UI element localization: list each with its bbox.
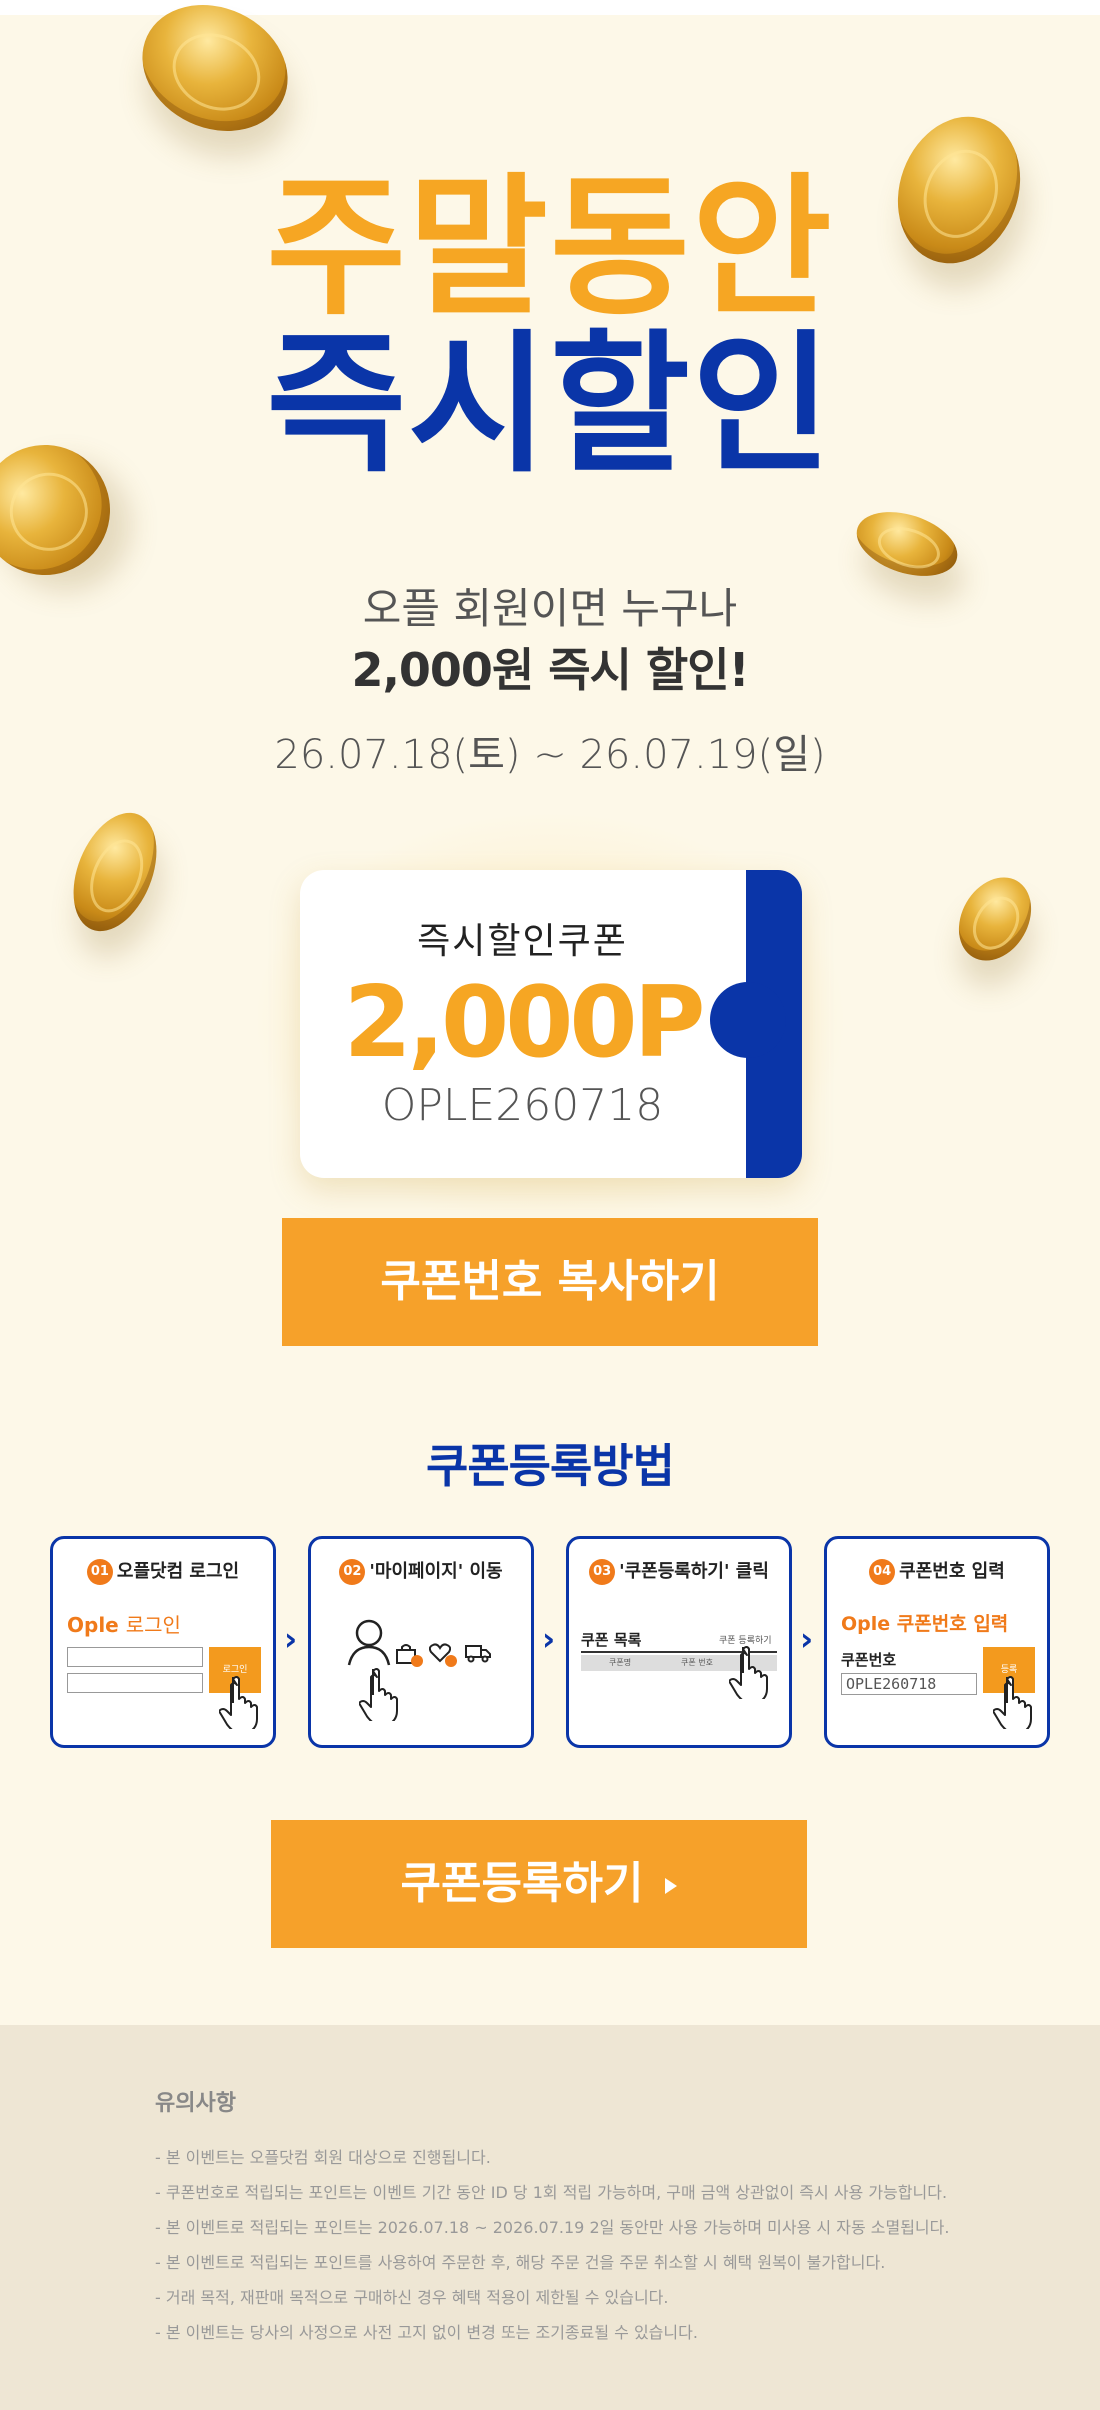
step-header: 02 '마이페이지' 이동 <box>311 1557 531 1585</box>
notice-item: - 거래 목적, 재판매 목적으로 구매하신 경우 혜택 적용이 제한될 수 있… <box>155 2288 669 2307</box>
coupon-card: 즉시할인쿠폰 2,000P OPLE260718 <box>300 870 802 1178</box>
headline-orange: 주말동안 <box>266 159 834 336</box>
code-field-value: OPLE260718 <box>846 1675 937 1693</box>
coupon-amount: 2,000P <box>343 966 706 1080</box>
howto-title: 쿠폰등록방법 <box>426 1439 675 1493</box>
step-number: 03 <box>589 1559 616 1585</box>
delivery-truck-icon <box>465 1645 491 1663</box>
notice-item: - 본 이벤트는 당사의 사정으로 사전 고지 없이 변경 또는 조기종료될 수… <box>155 2323 698 2342</box>
hand-cursor-icon <box>729 1646 768 1699</box>
notice-section: 유의사항 - 본 이벤트는 오플닷컴 회원 대상으로 진행됩니다. - 쿠폰번호… <box>0 2025 1100 2410</box>
code-field-label: 쿠폰번호 <box>841 1651 897 1669</box>
id-input-illustration <box>67 1647 203 1667</box>
step-header: 01 오플닷컴 로그인 <box>53 1557 273 1585</box>
register-button-label: 쿠폰등록하기 <box>400 1858 644 1909</box>
step-label: '쿠폰등록하기' 클릭 <box>619 1561 769 1582</box>
step-header: 03 '쿠폰등록하기' 클릭 <box>569 1557 789 1585</box>
notice-item: - 쿠폰번호로 적립되는 포인트는 이벤트 기간 동안 ID 당 1회 적립 가… <box>155 2183 948 2202</box>
play-arrow-icon <box>665 1878 678 1894</box>
notice-list: - 본 이벤트는 오플닷컴 회원 대상으로 진행됩니다. - 쿠폰번호로 적립되… <box>155 2140 1015 2350</box>
step-ople-brand: Ople 쿠폰번호 입력 <box>841 1609 1008 1636</box>
subtitle-line2: 2,000원 즉시 할인! <box>351 643 749 697</box>
notice-title: 유의사항 <box>155 2091 236 2116</box>
step-number: 01 <box>86 1559 113 1585</box>
code-field-illustration: OPLE260718 <box>841 1673 977 1695</box>
code-input-title: 쿠폰번호 입력 <box>896 1613 1009 1635</box>
step-enter-code: 04 쿠폰번호 입력 Ople 쿠폰번호 입력 쿠폰번호 OPLE260718 등… <box>824 1536 1050 1748</box>
step-arrow-icon: › <box>800 1620 814 1658</box>
hand-cursor-icon <box>219 1676 258 1729</box>
step-label: '마이페이지' 이동 <box>369 1561 503 1582</box>
headline-blue: 즉시할인 <box>266 316 834 493</box>
hand-cursor-icon <box>359 1668 398 1721</box>
step-label: 쿠폰번호 입력 <box>899 1561 1005 1582</box>
step-arrow-icon: › <box>542 1620 556 1658</box>
ople-logo-text: Ople <box>841 1613 891 1635</box>
wish-badge <box>445 1655 457 1667</box>
step-header: 04 쿠폰번호 입력 <box>827 1557 1047 1585</box>
step-register-click: 03 '쿠폰등록하기' 클릭 쿠폰 목록 쿠폰 등록하기 쿠폰명 쿠폰 번호 <box>566 1536 792 1748</box>
copy-coupon-button[interactable]: 쿠폰번호 복사하기 <box>282 1218 818 1346</box>
list-col-number: 쿠폰 번호 <box>681 1658 713 1667</box>
register-coupon-button[interactable]: 쿠폰등록하기 <box>271 1820 807 1948</box>
notice-item: - 본 이벤트는 오플닷컴 회원 대상으로 진행됩니다. <box>155 2148 491 2167</box>
coupon-list-title: 쿠폰 목록 <box>581 1631 642 1649</box>
step-mypage: 02 '마이페이지' 이동 <box>308 1536 534 1748</box>
step-login: 01 오플닷컴 로그인 Ople 로그인 로그인 <box>50 1536 276 1748</box>
notice-item: - 본 이벤트로 적립되는 포인트를 사용하여 주문한 후, 해당 주문 건을 … <box>155 2253 886 2272</box>
step-label: 오플닷컴 로그인 <box>116 1561 240 1582</box>
step-number: 02 <box>339 1559 366 1585</box>
login-text: 로그인 <box>125 1613 181 1637</box>
ople-logo-text: Ople <box>67 1613 119 1637</box>
coupon-label: 즉시할인쿠폰 <box>417 921 628 962</box>
hand-cursor-icon <box>993 1676 1032 1729</box>
cart-badge <box>411 1655 423 1667</box>
pw-input-illustration <box>67 1673 203 1693</box>
step-arrow-icon: › <box>284 1620 298 1658</box>
step-number: 04 <box>869 1559 896 1585</box>
event-date-range: 26.07.18(토) ~ 26.07.19(일) <box>274 732 826 778</box>
list-col-name: 쿠폰명 <box>609 1658 632 1667</box>
notice-item: - 본 이벤트로 적립되는 포인트는 2026.07.18 ~ 2026.07.… <box>155 2218 950 2237</box>
coupon-code: OPLE260718 <box>381 1080 664 1131</box>
step-ople-brand: Ople 로그인 <box>67 1609 181 1638</box>
top-strip <box>0 0 1100 15</box>
subtitle-line1: 오플 회원이면 누구나 <box>362 584 738 633</box>
user-icon <box>347 1619 391 1666</box>
